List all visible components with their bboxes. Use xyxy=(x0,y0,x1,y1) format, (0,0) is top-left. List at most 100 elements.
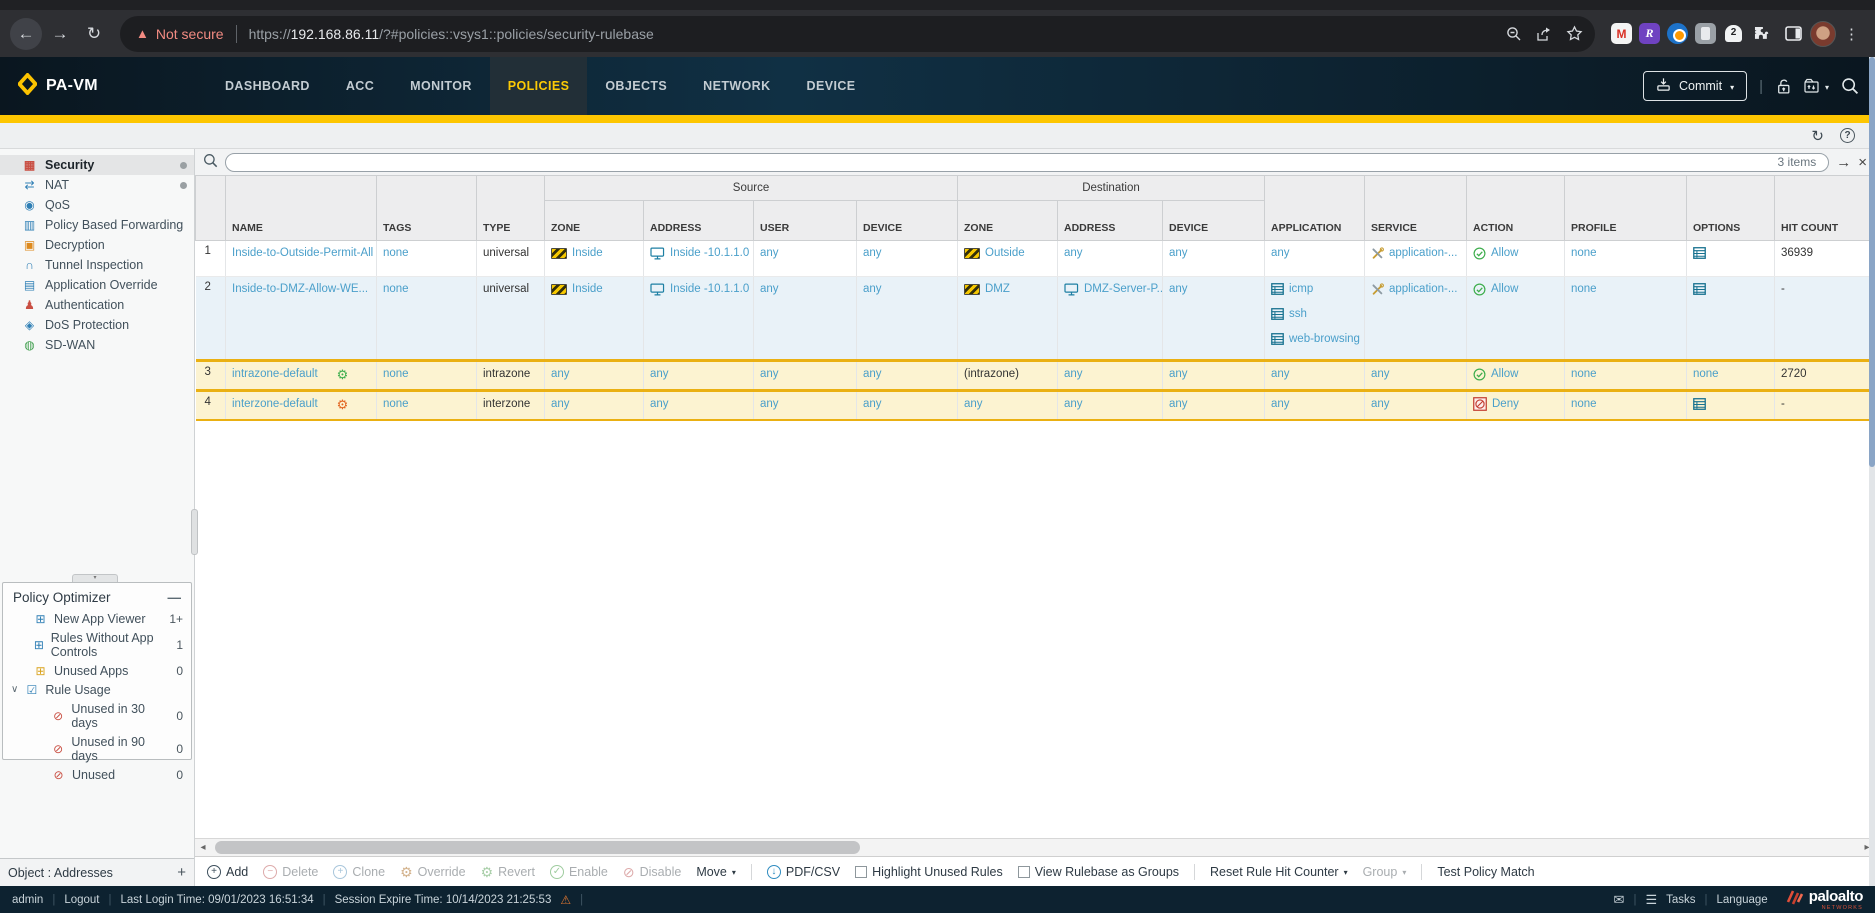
column-header-hit-count[interactable]: HIT COUNT xyxy=(1775,176,1875,241)
messages-icon[interactable]: ✉ xyxy=(1614,892,1625,908)
column-header-destination-device[interactable]: DEVICE xyxy=(1163,201,1265,241)
pdf-csv-button[interactable]: ↓PDF/CSV xyxy=(767,865,840,879)
search-input[interactable]: 3 items xyxy=(225,153,1829,172)
sidebar-item-policy-based-forwarding[interactable]: ▥Policy Based Forwarding xyxy=(0,215,194,235)
logout-link[interactable]: Logout xyxy=(64,894,99,906)
gray-card-extension-icon[interactable] xyxy=(1695,23,1716,44)
r-extension-icon[interactable]: R xyxy=(1639,23,1660,44)
column-header-name[interactable]: NAME xyxy=(226,176,377,241)
column-header-service[interactable]: SERVICE xyxy=(1365,176,1467,241)
optimizer-item-rule-usage[interactable]: ∨☑Rule Usage xyxy=(3,680,191,699)
optimizer-item-unused-apps[interactable]: ⊞Unused Apps0 xyxy=(3,661,191,680)
scroll-left-icon[interactable]: ◂ xyxy=(195,842,211,853)
cell-link[interactable]: none xyxy=(1571,283,1597,295)
cell-link[interactable]: ssh xyxy=(1289,308,1307,320)
object-selector[interactable]: Object : Addresses + xyxy=(0,858,194,886)
highlight-unused-rules-checkbox[interactable]: Highlight Unused Rules xyxy=(855,865,1003,879)
gmail-extension-icon[interactable]: M xyxy=(1611,23,1632,44)
url-text[interactable]: https://192.168.86.11/?#policies::vsys1:… xyxy=(249,26,1499,42)
tab-acc[interactable]: ACC xyxy=(328,57,392,115)
cell-link[interactable]: none xyxy=(383,368,409,380)
column-header-type[interactable]: TYPE xyxy=(477,176,545,241)
column-header-row-number[interactable] xyxy=(196,176,226,241)
tab-policies[interactable]: POLICIES xyxy=(490,57,588,115)
tab-dashboard[interactable]: DASHBOARD xyxy=(207,57,328,115)
tab-objects[interactable]: OBJECTS xyxy=(587,57,685,115)
config-audit-icon[interactable]: ▾ xyxy=(1804,78,1829,94)
cell-link[interactable]: any xyxy=(1371,368,1390,380)
sidebar-item-application-override[interactable]: ▤Application Override xyxy=(0,275,194,295)
cell-link[interactable]: any xyxy=(863,247,882,259)
cell-link[interactable]: Allow xyxy=(1491,283,1518,295)
sidebar-item-security[interactable]: ▦Security xyxy=(0,155,194,175)
blue-orb-extension-icon[interactable] xyxy=(1667,23,1688,44)
cell-link[interactable]: any xyxy=(760,368,779,380)
optimizer-item-unused-in-30-days[interactable]: ⊘Unused in 30 days0 xyxy=(3,699,191,732)
cell-link[interactable]: any xyxy=(1064,368,1083,380)
browser-profile-avatar[interactable] xyxy=(1810,21,1836,47)
rule-number[interactable]: 3 xyxy=(196,361,226,391)
disable-button[interactable]: ⊘Disable xyxy=(623,865,681,879)
sidebar-item-qos[interactable]: ◉QoS xyxy=(0,195,194,215)
cell-link[interactable]: Inside xyxy=(572,283,603,295)
cell-link[interactable]: any xyxy=(760,247,779,259)
cell-link[interactable]: any xyxy=(1371,398,1390,410)
language-link[interactable]: Language xyxy=(1717,894,1768,906)
cell-link[interactable]: Outside xyxy=(985,247,1025,259)
address-bar[interactable]: ▲ Not secure https://192.168.86.11/?#pol… xyxy=(120,16,1595,52)
cell-link[interactable]: any xyxy=(1169,398,1188,410)
cell-link[interactable]: any xyxy=(1169,283,1188,295)
share-icon[interactable] xyxy=(1529,19,1559,49)
cell-link[interactable]: Inside -10.1.1.0 xyxy=(670,283,749,295)
column-header-source-address[interactable]: ADDRESS xyxy=(644,201,754,241)
enable-button[interactable]: ✓Enable xyxy=(550,865,608,879)
optimizer-item-new-app-viewer[interactable]: ⊞New App Viewer1+ xyxy=(3,609,191,628)
collapse-panel-icon[interactable]: — xyxy=(168,590,182,605)
rule-number[interactable]: 4 xyxy=(196,391,226,420)
sidebar-item-sd-wan[interactable]: ◍SD-WAN xyxy=(0,335,194,355)
zoom-page-icon[interactable] xyxy=(1499,19,1529,49)
browser-forward-icon[interactable]: → xyxy=(44,18,76,50)
reset-rule-hit-counter-button[interactable]: Reset Rule Hit Counter▾ xyxy=(1210,865,1348,879)
tasks-icon[interactable]: ☰ xyxy=(1645,892,1657,908)
cell-link[interactable]: Inside-to-Outside-Permit-All xyxy=(232,247,373,259)
cell-link[interactable]: any xyxy=(1271,247,1290,259)
optimizer-item-unused-in-90-days[interactable]: ⊘Unused in 90 days0 xyxy=(3,732,191,765)
move-button[interactable]: Move▾ xyxy=(696,865,736,879)
commit-button[interactable]: Commit ▾ xyxy=(1643,71,1747,101)
cell-link[interactable]: any xyxy=(863,283,882,295)
clear-filter-icon[interactable]: × xyxy=(1858,155,1867,170)
cell-link[interactable]: icmp xyxy=(1289,283,1313,295)
cell-link[interactable]: Inside-to-DMZ-Allow-WE... xyxy=(232,283,368,295)
cell-link[interactable]: any xyxy=(1169,247,1188,259)
cell-link[interactable]: Allow xyxy=(1491,368,1518,380)
column-header-action[interactable]: ACTION xyxy=(1467,176,1565,241)
cell-link[interactable]: Allow xyxy=(1491,247,1518,259)
tab-network[interactable]: NETWORK xyxy=(685,57,788,115)
cell-link[interactable]: Inside -10.1.1.0 xyxy=(670,247,749,259)
table-row[interactable]: 4interzone-default⚙noneinterzoneanyanyan… xyxy=(196,391,1875,420)
browser-back-icon[interactable]: ← xyxy=(10,18,42,50)
cell-link[interactable]: none xyxy=(1571,398,1597,410)
table-row[interactable]: 2Inside-to-DMZ-Allow-WE...noneuniversalI… xyxy=(196,277,1875,361)
cell-link[interactable]: any xyxy=(863,368,882,380)
group-header-destination[interactable]: Destination xyxy=(958,176,1265,201)
vertical-scrollbar[interactable] xyxy=(1869,57,1875,886)
cell-link[interactable]: none xyxy=(383,398,409,410)
cell-link[interactable]: intrazone-default xyxy=(232,368,318,380)
column-header-tags[interactable]: TAGS xyxy=(377,176,477,241)
cell-link[interactable]: any xyxy=(1064,247,1083,259)
delete-button[interactable]: −Delete xyxy=(263,865,318,879)
sidebar-splitter-handle[interactable] xyxy=(191,509,198,555)
override-button[interactable]: ⚙Override xyxy=(400,865,466,879)
chevron-down-icon[interactable]: ∨ xyxy=(11,684,18,695)
cell-link[interactable]: any xyxy=(551,368,570,380)
group-button[interactable]: Group▾ xyxy=(1363,865,1407,879)
cell-link[interactable]: none xyxy=(1571,368,1597,380)
cell-link[interactable]: any xyxy=(1271,368,1290,380)
lock-config-icon[interactable] xyxy=(1775,78,1792,95)
cell-link[interactable]: any xyxy=(551,398,570,410)
column-header-source-zone[interactable]: ZONE xyxy=(545,201,644,241)
column-header-source-device[interactable]: DEVICE xyxy=(857,201,958,241)
horizontal-scrollbar-thumb[interactable] xyxy=(215,841,860,854)
